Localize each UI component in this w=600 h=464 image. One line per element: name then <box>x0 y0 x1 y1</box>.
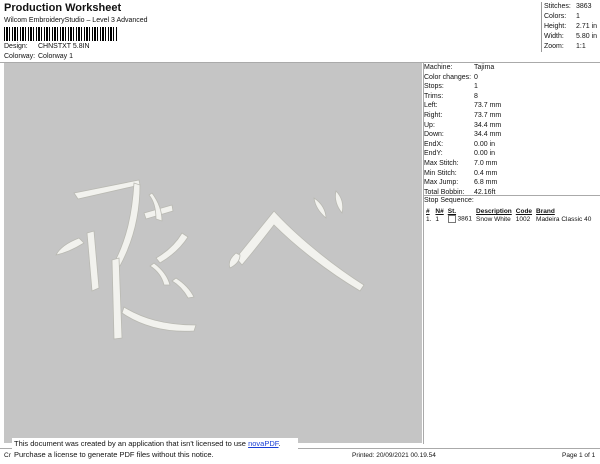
kana-dot1 <box>313 197 327 219</box>
novapdf-link[interactable]: novaPDF <box>248 439 278 448</box>
barcode <box>4 27 118 41</box>
design-preview <box>4 63 422 443</box>
machine-row: Machine: Tajima <box>424 64 495 71</box>
down-row: Down: 34.4 mm <box>424 131 502 139</box>
col-brand: Brand <box>536 208 555 215</box>
machine-info: Machine: Tajima Color changes: 0 Stops: 1 T… <box>424 63 598 197</box>
endx-row: EndX: 0.00 in <box>424 140 496 148</box>
page-number: Page 1 of 1 <box>562 452 596 459</box>
stat-colors: Colors: 1 <box>544 13 580 20</box>
colorway-row: Colorway: Colorway 1 <box>4 53 73 60</box>
colorway-value: Colorway 1 <box>38 53 74 60</box>
kana-dot2 <box>334 190 344 214</box>
stat-height: Height: 2.71 in <box>544 23 598 30</box>
stop-sequence-title: Stop Sequence: <box>424 197 474 204</box>
design-row: Design: CHNSTXT 5.8IN <box>4 43 90 50</box>
stat-stitches: Stitches: 3863 <box>544 3 592 10</box>
col-num: # <box>426 208 430 215</box>
col-description: Description <box>476 208 512 215</box>
right-row: Right: 73.7 mm <box>424 111 502 119</box>
stroke-hook <box>155 232 189 264</box>
license-notice: This document was created by an applicat… <box>12 438 298 464</box>
trims-row: Trims: 8 <box>424 92 478 100</box>
table-row: 1. 1 3861 Snow White 1002 Madeira Classi… <box>426 215 592 223</box>
stat-zoom: Zoom: 1:1 <box>544 43 586 50</box>
stroke-top <box>73 179 141 200</box>
min-stitch-row: Min Stitch: 0.4 mm <box>424 169 498 177</box>
stroke-dot3 <box>171 277 195 299</box>
design-value: CHNSTXT 5.8IN <box>38 43 90 50</box>
stroke-left-wing <box>55 237 85 256</box>
colorway-label: Colorway: <box>4 53 36 60</box>
worksheet-title: Production Worksheet <box>4 2 122 14</box>
up-row: Up: 34.4 mm <box>424 121 502 129</box>
stroke-left-leg <box>86 230 100 292</box>
col-n: N# <box>435 208 444 215</box>
notice-line2: Purchase a license to generate PDF files… <box>14 450 214 459</box>
total-bobbin-row: Total Bobbin: 42.16ft <box>424 188 496 196</box>
stroke-center <box>111 257 123 340</box>
col-code: Code <box>515 208 533 215</box>
left-row: Left: 73.7 mm <box>424 102 502 110</box>
color-changes-row: Color changes: 0 <box>424 73 478 81</box>
notice-line1: This document was created by an applicat… <box>14 439 281 448</box>
footer-left-text: Cr <box>4 452 11 459</box>
col-st: St. <box>447 208 457 215</box>
max-jump-row: Max Jump: 6.8 mm <box>424 179 498 187</box>
stroke-bottom <box>121 306 197 332</box>
stroke-main <box>113 182 141 267</box>
software-subtitle: Wilcom EmbroideryStudio – Level 3 Advanc… <box>4 17 148 24</box>
kana-stroke <box>235 210 365 292</box>
design-label: Design: <box>4 43 28 50</box>
table-header: # N# St. Description Code Brand <box>424 208 593 215</box>
stats-box: Stitches: 3863 Colors: 1 Height: 2.71 in Wi… <box>541 2 600 52</box>
kana-start <box>228 252 241 269</box>
stops-row: Stops: 1 <box>424 83 478 91</box>
stop-sequence-table: # N# St. Description Code Brand 1. 1 386… <box>424 208 593 223</box>
stroke-dot2 <box>149 262 171 286</box>
embroidery-design <box>55 179 365 340</box>
max-stitch-row: Max Stitch: 7.0 mm <box>424 159 498 167</box>
stat-width: Width: 5.80 in <box>544 33 598 40</box>
endy-row: EndY: 0.00 in <box>424 150 496 158</box>
color-swatch <box>447 215 456 223</box>
printed-timestamp: Printed: 20/09/2021 00.19.54 <box>352 452 436 459</box>
